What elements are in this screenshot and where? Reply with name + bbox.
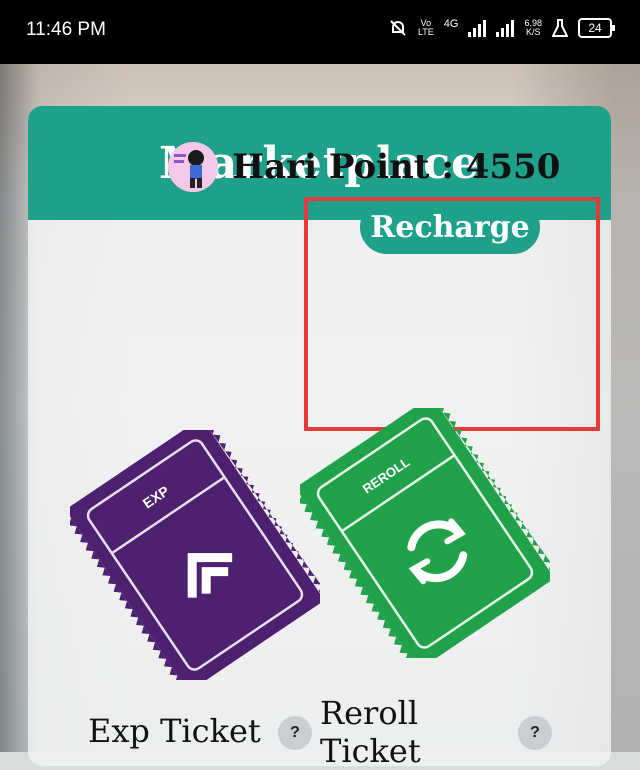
signal-icon-2 [496,19,515,37]
points-label: Hari Point : 4550 [232,147,561,187]
battery-icon: 24 [578,18,615,38]
points-row: Hari Point : 4550 [168,142,560,192]
volte-indicator: Vo LTE [418,19,434,37]
avatar [168,142,218,192]
volte-bottom: LTE [417,27,434,37]
reroll-ticket-label: Reroll Ticket [320,694,421,770]
status-icons: Vo LTE 4G 6.98 K/S 24 [388,18,615,38]
mute-notifications-icon [390,20,406,36]
network-speed: 6.98 K/S [524,19,542,37]
reroll-help-button[interactable]: ? [518,716,552,750]
network-speed-unit: K/S [525,27,541,37]
avatar-illustration-icon [168,142,218,192]
highlight-box [304,197,600,431]
battery-level: 24 [588,21,602,35]
exp-ticket-icon: EXP [67,420,327,693]
reroll-ticket-icon: REROLL [297,398,557,671]
status-bar: 11:46 PM Vo LTE 4G 6.98 K/S 24 [0,0,640,64]
exp-ticket-label: Exp Ticket [88,712,261,750]
exp-ticket-card[interactable]: EXP [67,420,327,693]
reroll-ticket-card[interactable]: REROLL [297,398,557,671]
signal-icon [468,19,487,37]
network-type: 4G [443,18,459,30]
flask-icon [552,19,568,37]
exp-help-button[interactable]: ? [278,716,312,750]
status-time: 11:46 PM [26,19,106,40]
